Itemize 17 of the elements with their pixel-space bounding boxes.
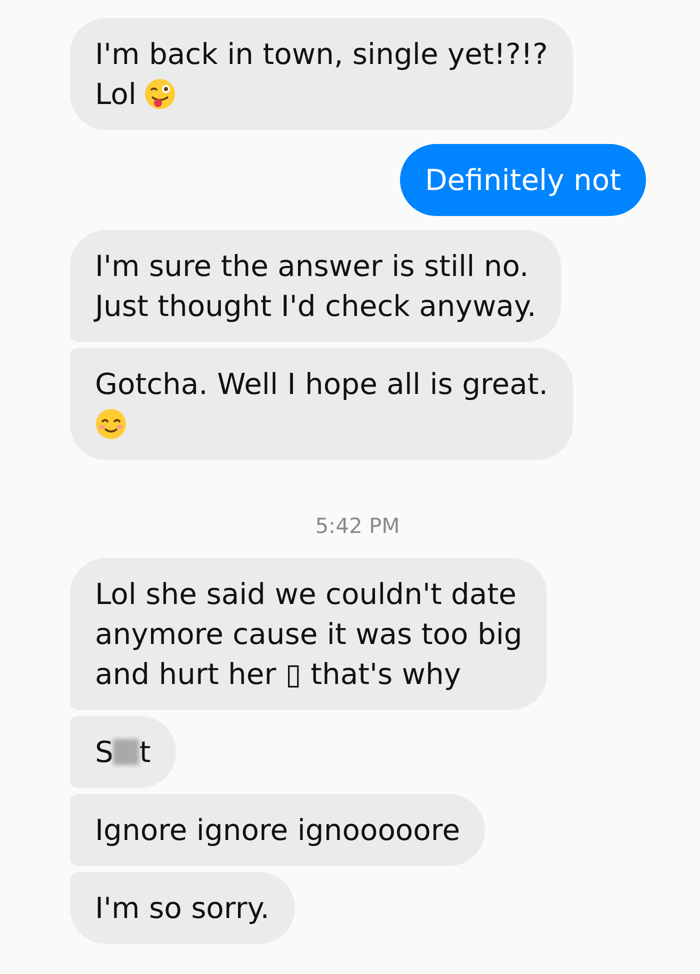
message-text: Definitely not — [424, 162, 621, 199]
message-text: Ignore ignore ignooooore — [95, 812, 460, 849]
message-text: Just thought I'd check anyway. — [95, 288, 536, 325]
smiling-face-icon — [95, 408, 127, 440]
winking-face-icon — [144, 78, 176, 110]
message-text: and hurt her ▯ that's why — [95, 656, 462, 693]
message-text: Lol she said we couldn't date — [95, 576, 516, 613]
message-text: Lol — [95, 76, 136, 113]
message-text: S — [95, 734, 114, 771]
message-text: I'm back in town, single yet!?!? — [95, 36, 548, 73]
message-text: I'm sure the answer is still no. — [95, 248, 529, 285]
censor-blur — [113, 739, 140, 765]
message-text: I'm so sorry. — [95, 890, 270, 927]
message-text: Gotcha. Well I hope all is great. — [95, 366, 548, 403]
message-text: t — [139, 734, 151, 771]
message-text: anymore cause it was too big — [95, 616, 522, 653]
message-timestamp: 5:42 PM — [315, 514, 400, 538]
